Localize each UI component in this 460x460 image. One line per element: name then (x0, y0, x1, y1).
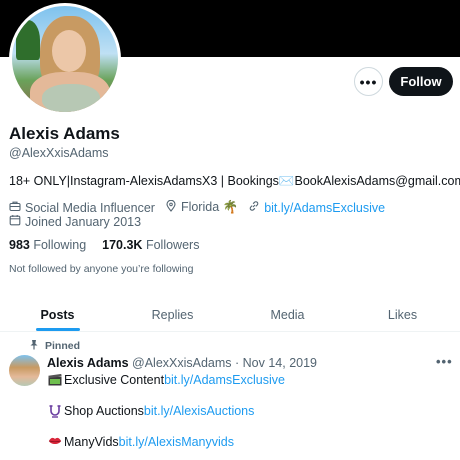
post-line-text: Shop Auctions (64, 404, 144, 418)
briefcase-icon (9, 200, 21, 215)
post-more-button[interactable]: ••• (436, 354, 453, 369)
post-author-name[interactable]: Alexis Adams (47, 356, 129, 370)
pinned-label: Pinned (45, 340, 81, 352)
lips-icon (47, 436, 62, 449)
avatar-top (42, 84, 100, 112)
profile-tabs: Posts Replies Media Likes (0, 298, 460, 332)
post-link[interactable]: bit.ly/AdamsExclusive (164, 373, 285, 387)
avatar-face (52, 30, 86, 72)
post-line-text: Exclusive Content (64, 373, 165, 387)
profile-bio: 18+ ONLY|Instagram-AlexisAdamsX3 | Booki… (9, 174, 460, 188)
following-link[interactable]: 983 Following (9, 238, 86, 252)
category-item: Social Media Influencer (9, 200, 155, 215)
pin-icon (29, 339, 39, 353)
location-pin-icon (165, 199, 177, 215)
post-link[interactable]: bit.ly/AlexisAuctions (144, 404, 254, 418)
follow-button[interactable]: Follow (389, 67, 453, 96)
post-link[interactable]: bit.ly/AlexisManyvids (119, 435, 234, 449)
film-icon (47, 373, 62, 387)
post-line-text: ManyVids (64, 435, 119, 449)
website-link[interactable]: bit.ly/AdamsExclusive (264, 201, 385, 215)
profile-avatar[interactable] (9, 3, 121, 115)
followers-link[interactable]: 170.3K Followers (102, 238, 199, 252)
location-label: Florida 🌴 (180, 200, 239, 214)
post-handle-date[interactable]: @AlexXxisAdams · Nov 14, 2019 (132, 356, 317, 370)
post-line: ManyVids bit.ly/AlexisManyvids (47, 435, 234, 449)
tab-likes[interactable]: Likes (345, 298, 460, 331)
tab-replies[interactable]: Replies (115, 298, 230, 331)
tab-media[interactable]: Media (230, 298, 345, 331)
post-line: Exclusive Content bit.ly/AdamsExclusive (47, 373, 285, 387)
post-author-avatar[interactable] (9, 355, 40, 386)
follow-counts: 983 Following 170.3K Followers (9, 238, 199, 252)
following-label: Following (33, 238, 87, 252)
more-options-button[interactable]: ••• (354, 67, 383, 96)
shopping-hook-icon (47, 404, 62, 418)
website-item[interactable]: bit.ly/AdamsExclusive (248, 200, 385, 215)
profile-name: Alexis Adams (9, 124, 120, 143)
post-line: Shop Auctions bit.ly/AlexisAuctions (47, 404, 254, 418)
not-followed-note: Not followed by anyone you’re following (9, 263, 194, 275)
pinned-indicator: Pinned (29, 339, 80, 353)
link-icon (248, 200, 260, 215)
joined-label: Joined January 2013 (25, 214, 142, 229)
location-item: Florida 🌴 (165, 199, 239, 215)
avatar-palm (16, 20, 40, 60)
profile-meta-row: Social Media Influencer Florida 🌴 bit.ly… (9, 199, 395, 215)
followers-label: Followers (145, 238, 200, 252)
calendar-icon (9, 214, 21, 229)
followers-count: 170.3K (102, 238, 143, 252)
profile-handle: @AlexXxisAdams (9, 146, 109, 160)
joined-row: Joined January 2013 (9, 214, 141, 229)
tab-posts[interactable]: Posts (0, 298, 115, 331)
category-label: Social Media Influencer (25, 200, 155, 215)
following-count: 983 (9, 238, 30, 252)
post-header: Alexis Adams @AlexXxisAdams · Nov 14, 20… (47, 356, 317, 370)
